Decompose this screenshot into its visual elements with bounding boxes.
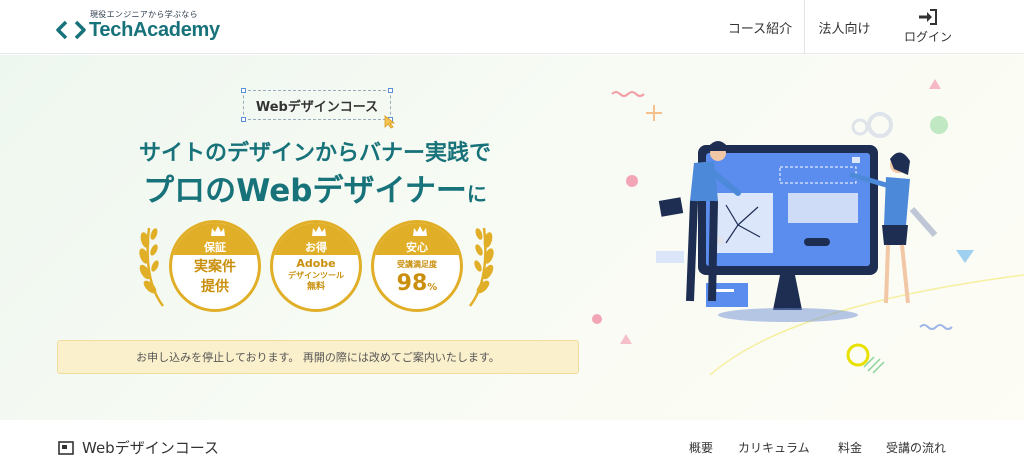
badge-text: デザインツール xyxy=(288,271,344,280)
course-tag-label: Webデザインコース xyxy=(255,99,379,115)
headline-line1: サイトのデザインからバナー実践で xyxy=(138,141,491,166)
badge-text: 無料 xyxy=(306,282,325,292)
satisfaction-percent: 98% xyxy=(374,271,460,301)
login-label: ログイン xyxy=(903,30,952,44)
laurel-left-icon xyxy=(139,227,164,307)
badge-body: 実案件 提供 xyxy=(172,257,258,297)
badge-text: 実案件 xyxy=(194,259,236,275)
login-icon xyxy=(919,9,937,25)
screen-panel xyxy=(788,193,858,223)
crown-icon xyxy=(211,226,225,236)
nav-corporate[interactable]: 法人向け xyxy=(804,0,884,54)
plus-decoration xyxy=(646,105,662,121)
monitor-stand xyxy=(773,275,802,310)
selection-handle xyxy=(241,88,246,93)
crown-icon xyxy=(413,226,427,236)
nav-course-intro[interactable]: コース紹介 xyxy=(716,0,804,54)
subnav-link-overview[interactable]: 概要 xyxy=(689,439,713,456)
badge-header-label: 安心 xyxy=(406,241,428,254)
dot-decoration xyxy=(592,314,602,324)
triangle-decoration xyxy=(620,334,632,344)
gear-decoration xyxy=(867,112,893,138)
crown-icon xyxy=(312,226,326,236)
code-brackets-icon xyxy=(56,20,86,40)
badge-header: お得 xyxy=(273,223,359,255)
dot-decoration xyxy=(930,116,948,134)
badge-text: 受講満足度 xyxy=(397,260,437,269)
hero-section: Webデザインコース サイトのデザインからバナー実践で プロのWebデザイナーに xyxy=(0,55,1024,420)
badge-header-label: お得 xyxy=(305,241,327,254)
wave-decoration xyxy=(919,324,953,330)
badge-guarantee: 保証 実案件 提供 xyxy=(169,220,261,312)
course-tag: Webデザインコース xyxy=(241,88,396,129)
subnav-link-flow[interactable]: 受講の流れ xyxy=(886,439,946,456)
badge-header: 安心 xyxy=(374,223,460,255)
course-title-label: Webデザインコース xyxy=(82,439,219,457)
screen-panel xyxy=(715,193,773,253)
percent-sign: % xyxy=(427,282,438,293)
screen-button xyxy=(804,238,830,246)
badge-text: 提供 xyxy=(201,279,229,295)
badge-value: お得 Adobe デザインツール 無料 xyxy=(270,220,362,312)
logo-brand-name: TechAcademy xyxy=(89,19,220,41)
site-header: 現役エンジニアから学ぶなら TechAcademy コース紹介 法人向け ログイ… xyxy=(0,0,1024,54)
badge-header-label: 保証 xyxy=(204,241,226,254)
ring-decoration xyxy=(846,343,870,367)
hero-illustration xyxy=(592,79,1024,375)
headline-part: プロの xyxy=(143,173,237,209)
triangle-decoration xyxy=(956,250,974,263)
percent-value: 98 xyxy=(396,271,428,296)
headline-line2: プロのWebデザイナーに xyxy=(100,165,530,210)
subnav-link-curriculum[interactable]: カリキュラム xyxy=(738,439,810,456)
man-body xyxy=(690,161,718,201)
badge-satisfaction: 安心 受講満足度 98% xyxy=(371,220,463,312)
badge-body: Adobe デザインツール 無料 xyxy=(273,257,359,293)
selection-handle xyxy=(241,117,246,122)
selection-handle xyxy=(388,88,393,93)
badge-body: 受講満足度 98% xyxy=(374,257,460,301)
course-subnav-title: Webデザインコース xyxy=(58,437,219,458)
triangle-decoration xyxy=(929,79,941,89)
headline-part: に xyxy=(466,182,487,206)
badge-header: 保証 xyxy=(172,223,258,255)
cursor-icon xyxy=(384,115,396,129)
badge-text: Adobe xyxy=(296,257,336,270)
course-subnav: Webデザインコース 概要 カリキュラム 料金 受講の流れ xyxy=(0,420,1024,468)
suspension-notice: お申し込みを停止しております。 再開の際には改めてご案内いたします。 xyxy=(57,340,579,374)
gear-decoration xyxy=(851,118,869,136)
techacademy-logo[interactable]: 現役エンジニアから学ぶなら TechAcademy xyxy=(56,8,226,48)
dot-decoration xyxy=(626,175,638,187)
laurel-right-icon xyxy=(469,227,494,307)
headline-emphasis: Webデザイナー xyxy=(236,173,467,209)
subnav-link-price[interactable]: 料金 xyxy=(838,439,862,456)
wave-decoration xyxy=(611,91,645,97)
course-image-icon xyxy=(58,440,74,455)
nav-login[interactable]: ログイン xyxy=(890,0,966,54)
